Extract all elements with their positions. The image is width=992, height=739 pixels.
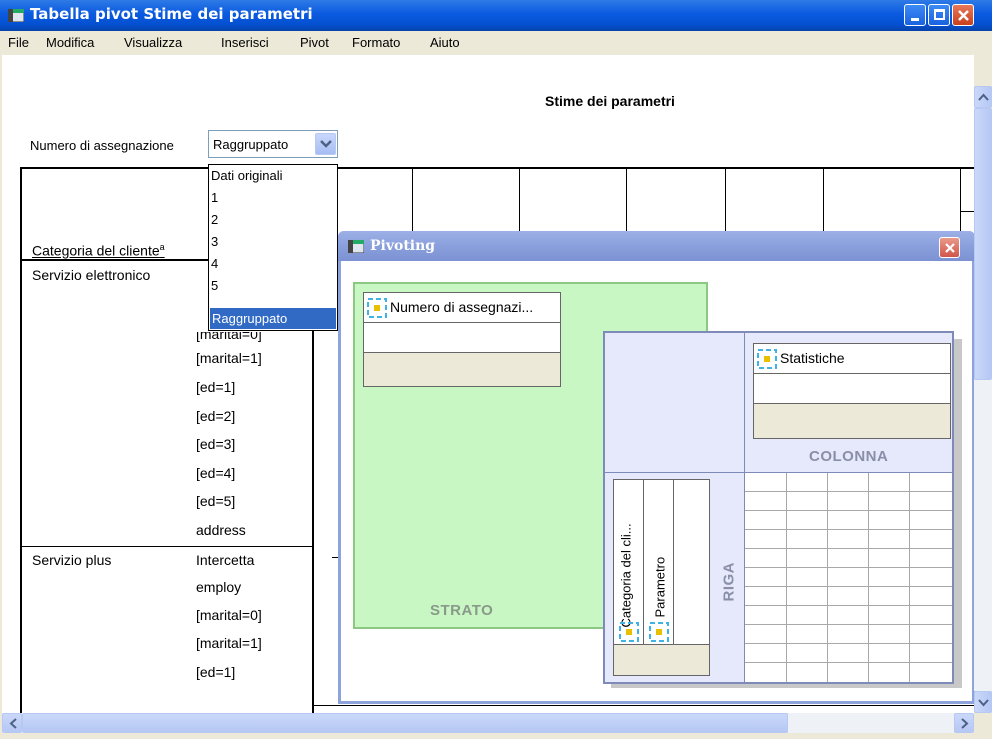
layer-item-label: Numero di assegnazi...: [390, 299, 534, 315]
param-label: [marital=0]: [196, 607, 262, 623]
row-area-label: RIGA: [720, 562, 738, 602]
param-label: [ed=3]: [196, 436, 236, 452]
row-empty-slot: [674, 480, 709, 645]
horizontal-scrollbar[interactable]: [2, 713, 974, 733]
minimize-button[interactable]: [904, 4, 926, 26]
dimension-icon: [367, 298, 387, 318]
horizontal-scroll-thumb[interactable]: [22, 713, 788, 733]
chevron-up-icon: [978, 93, 989, 101]
param-label: [ed=1]: [196, 664, 236, 680]
column-item-box[interactable]: Statistiche: [753, 343, 951, 439]
pivot-window-icon: [348, 240, 364, 253]
row-item[interactable]: Parametro: [644, 480, 674, 645]
scroll-down-button[interactable]: [974, 691, 992, 713]
dimension-icon: [649, 622, 669, 642]
layer-dropdown-list: Dati originali 1 2 3 4 5 Raggruppato: [208, 164, 338, 331]
preview-grid: [745, 473, 952, 682]
row-item-label: Parametro: [652, 556, 668, 618]
column-area-label: COLONNA: [809, 448, 889, 465]
col-rule: [960, 211, 974, 212]
pivoting-title: Pivoting: [370, 238, 436, 254]
close-button[interactable]: [952, 4, 974, 26]
scroll-up-button[interactable]: [974, 86, 992, 108]
param-label: [ed=1]: [196, 379, 236, 395]
dropdown-option[interactable]: Dati originali: [209, 166, 335, 185]
dropdown-option[interactable]: 1: [209, 188, 335, 207]
group-label: Servizio plus: [32, 552, 112, 568]
window-title: Tabella pivot Stime dei parametri: [30, 5, 313, 23]
chevron-down-icon: [978, 699, 989, 707]
param-label: [ed=5]: [196, 493, 236, 509]
layer-select-value: Raggruppato: [213, 137, 289, 152]
maximize-button[interactable]: [928, 4, 950, 26]
menu-modifica[interactable]: Modifica: [46, 35, 94, 50]
chevron-left-icon: [9, 718, 17, 729]
chevron-down-icon: [320, 140, 332, 148]
column-item[interactable]: Statistiche: [754, 344, 950, 374]
row-item[interactable]: Categoria del cli...: [614, 480, 644, 645]
dropdown-option[interactable]: 2: [209, 210, 335, 229]
layer-empty-slot: [364, 323, 560, 353]
menu-aiuto[interactable]: Aiuto: [430, 35, 460, 50]
dimension-icon: [619, 622, 639, 642]
menu-visualizza[interactable]: Visualizza: [124, 35, 182, 50]
dropdown-option[interactable]: 5: [209, 276, 335, 295]
dropdown-option[interactable]: 4: [209, 254, 335, 273]
minimize-icon: [911, 18, 919, 21]
group-rule: [20, 546, 312, 547]
menu-bar: File Modifica Visualizza Inserisci Pivot…: [0, 31, 992, 55]
layer-area-label: STRATO: [430, 602, 494, 619]
layer-item-box[interactable]: Numero di assegnazi...: [363, 292, 561, 387]
column-empty-slot: [754, 374, 950, 404]
menu-inserisci[interactable]: Inserisci: [221, 35, 269, 50]
param-label: address: [196, 522, 246, 538]
menu-file[interactable]: File: [8, 35, 29, 50]
layer-select[interactable]: Raggruppato: [208, 130, 338, 158]
pivot-table-icon: [8, 9, 24, 22]
vertical-scrollbar[interactable]: [974, 108, 992, 691]
group-label: Servizio elettronico: [32, 267, 151, 283]
dropdown-option[interactable]: 3: [209, 232, 335, 251]
param-label: employ: [196, 579, 242, 595]
scroll-right-button[interactable]: [954, 713, 974, 733]
param-label: Intercetta: [196, 552, 255, 568]
menu-pivot[interactable]: Pivot: [300, 35, 329, 50]
row-item-box[interactable]: Categoria del cli... Parametro: [613, 479, 710, 676]
param-label: [ed=2]: [196, 408, 236, 424]
scroll-left-button[interactable]: [2, 713, 22, 733]
pivoting-close-button[interactable]: [939, 237, 960, 258]
pivoting-window: Pivoting STRATO Numero di assegnazi... S…: [338, 231, 975, 704]
param-label: [marital=1]: [196, 350, 262, 366]
vertical-scroll-thumb[interactable]: [974, 108, 992, 380]
table-title: Stime dei parametri: [545, 93, 675, 109]
dropdown-button[interactable]: [315, 133, 336, 155]
dimension-icon: [757, 349, 777, 369]
column-area[interactable]: Statistiche COLONNA: [745, 333, 952, 472]
title-bar: Tabella pivot Stime dei parametri: [0, 0, 992, 31]
close-icon: [958, 10, 969, 21]
layer-item[interactable]: Numero di assegnazi...: [364, 293, 560, 323]
table-left-rule: [20, 167, 22, 713]
maximize-icon: [934, 9, 945, 20]
row-rule: [314, 705, 974, 706]
row-column-panel: Statistiche COLONNA Categoria del cli...…: [603, 331, 954, 684]
layer-label: Numero di assegnazione: [30, 138, 174, 153]
table-top-rule: [20, 167, 974, 169]
chevron-right-icon: [961, 718, 969, 729]
dropdown-option-selected[interactable]: Raggruppato: [210, 308, 336, 329]
row-header: Categoria del clientea: [32, 242, 165, 259]
close-icon: [945, 243, 955, 253]
param-label: [ed=4]: [196, 465, 236, 481]
param-label: [marital=1]: [196, 635, 262, 651]
column-item-label: Statistiche: [780, 350, 845, 366]
pivoting-title-bar: Pivoting: [338, 231, 975, 261]
row-area[interactable]: Categoria del cli... Parametro RIGA: [605, 473, 744, 682]
menu-formato[interactable]: Formato: [352, 35, 400, 50]
row-item-label: Categoria del cli...: [618, 523, 634, 628]
